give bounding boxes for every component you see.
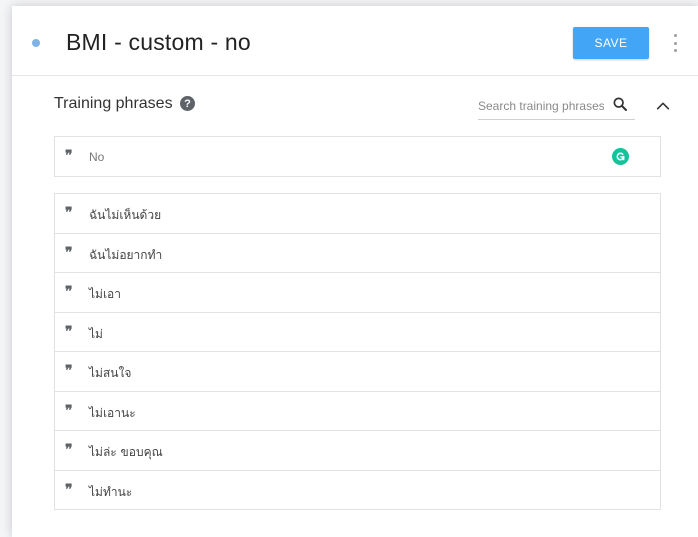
quote-icon: ❞ [65,481,72,498]
training-phrase-row[interactable]: ❞ ไม่สนใจ [55,352,660,392]
page: BMI - custom - no SAVE Training phrases … [0,0,698,537]
quote-icon: ❞ [65,284,72,300]
section-title: Training phrases [54,95,173,112]
search-icon[interactable] [612,96,628,112]
intent-title[interactable]: BMI - custom - no [66,29,251,56]
intent-status-dot [32,39,40,47]
training-phrase-text: ไม่ทำนะ [89,484,133,499]
save-button[interactable]: SAVE [573,27,649,59]
training-phrases-header: Training phrases ? [54,92,674,122]
training-phrase-row[interactable]: ❞ ไม่ทำนะ [55,470,660,510]
quote-icon: ❞ [65,402,72,419]
chevron-up-icon[interactable] [655,98,671,114]
training-phrase-text: ไม่สนใจ [89,366,132,380]
quote-icon: ❞ [65,442,72,458]
quote-icon: ❞ [65,323,72,340]
grammarly-icon[interactable] [612,148,629,165]
training-phrase-text: ไม่ล่ะ ขอบคุณ [89,445,163,459]
quote-icon: ❞ [65,244,72,261]
training-phrase-row[interactable]: ❞ ไม่เอา [55,273,660,313]
training-phrase-text: ไม่ [89,326,103,341]
training-phrase-text: ไม่เอานะ [89,405,136,420]
training-phrase-text: ฉันไม่อยากทำ [89,247,163,262]
training-phrase-list: ❞ ฉันไม่เห็นด้วย ❞ ฉันไม่อยากทำ ❞ ไม่เอา ❞ ไม่ ❞… [54,193,661,510]
training-phrase-row[interactable]: ❞ ฉันไม่เห็นด้วย [55,194,660,234]
help-icon[interactable]: ? [180,96,195,111]
quote-icon: ❞ [65,363,72,379]
quote-icon: ❞ [65,205,72,221]
training-phrase-row[interactable]: ❞ ไม่ [55,312,660,352]
more-options-icon[interactable] [672,34,678,52]
search-input[interactable] [478,96,604,116]
training-phrase-text: ฉันไม่เห็นด้วย [89,208,162,222]
training-phrase-row[interactable]: ❞ ไม่เอานะ [55,391,660,431]
intent-card: BMI - custom - no SAVE Training phrases … [12,6,698,537]
training-phrase-row[interactable]: ❞ ไม่ล่ะ ขอบคุณ [55,431,660,471]
add-phrase-input[interactable] [89,147,569,167]
quote-icon: ❞ [65,148,72,164]
search-field [478,92,635,120]
add-phrase-row[interactable]: ❞ [54,136,661,177]
intent-header: BMI - custom - no SAVE [12,6,698,76]
training-phrase-text: ไม่เอา [89,287,121,301]
training-phrase-row[interactable]: ❞ ฉันไม่อยากทำ [55,233,660,273]
